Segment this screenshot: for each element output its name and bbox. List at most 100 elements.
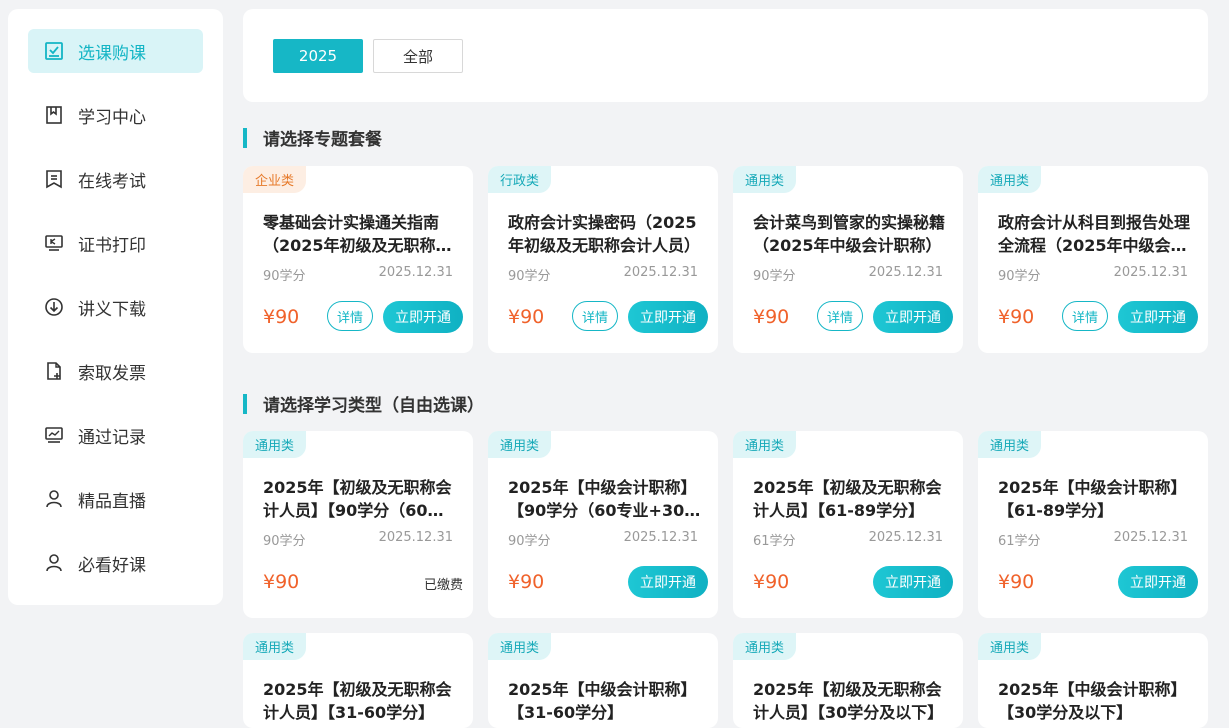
certificate-print-icon bbox=[44, 233, 64, 253]
sidebar-item-course-select[interactable]: 选课购课 bbox=[28, 29, 203, 73]
detail-button[interactable]: 详情 bbox=[817, 301, 863, 331]
open-now-button[interactable]: 立即开通 bbox=[383, 301, 463, 333]
sidebar-item-label: 选课购课 bbox=[78, 39, 146, 64]
course-price: ¥90 bbox=[508, 571, 544, 593]
detail-button[interactable]: 详情 bbox=[327, 301, 373, 331]
user-icon bbox=[44, 489, 64, 509]
course-title: 2025年【中级会计职称】【90学分（60专业+30公需）】 bbox=[508, 476, 703, 522]
course-expiry: 2025.12.31 bbox=[379, 265, 453, 280]
category-tag: 通用类 bbox=[733, 166, 796, 193]
course-price: ¥90 bbox=[508, 306, 544, 328]
sidebar-item-label: 通过记录 bbox=[78, 423, 146, 448]
sidebar-item-label: 证书打印 bbox=[78, 231, 146, 256]
course-title: 2025年【初级及无职称会计人员】【31-60学分】 bbox=[263, 678, 458, 724]
course-card[interactable]: 企业类 零基础会计实操通关指南（2025年初级及无职称会计人员） 90学分 20… bbox=[243, 166, 473, 353]
year-all-button[interactable]: 全部 bbox=[373, 39, 463, 73]
course-expiry: 2025.12.31 bbox=[624, 530, 698, 545]
course-card[interactable]: 通用类 2025年【中级会计职称】【31-60学分】 bbox=[488, 633, 718, 728]
course-price: ¥90 bbox=[263, 306, 299, 328]
invoice-icon bbox=[44, 361, 64, 381]
course-expiry: 2025.12.31 bbox=[379, 530, 453, 545]
course-card[interactable]: 通用类 2025年【初级及无职称会计人员】【61-89学分】 61学分 2025… bbox=[733, 431, 963, 618]
sidebar-item-label: 必看好课 bbox=[78, 551, 146, 576]
sidebar: 选课购课 学习中心 在线考试 证书打印 讲义下载 索取发票 通过记录 bbox=[8, 9, 223, 605]
course-card[interactable]: 通用类 2025年【中级会计职称】【90学分（60专业+30公需）】 90学分 … bbox=[488, 431, 718, 618]
sidebar-item-online-exam[interactable]: 在线考试 bbox=[28, 157, 203, 201]
paid-status: 已缴费 bbox=[424, 574, 463, 593]
course-credit: 90学分 bbox=[753, 265, 796, 284]
open-now-button[interactable]: 立即开通 bbox=[1118, 566, 1198, 598]
sidebar-item-study-center[interactable]: 学习中心 bbox=[28, 93, 203, 137]
course-credit: 90学分 bbox=[263, 530, 306, 549]
exam-icon bbox=[44, 169, 64, 189]
course-card[interactable]: 通用类 政府会计从科目到报告处理全流程（2025年中级会计职称） 90学分 20… bbox=[978, 166, 1208, 353]
chart-record-icon bbox=[44, 425, 64, 445]
category-tag: 行政类 bbox=[488, 166, 551, 193]
detail-button[interactable]: 详情 bbox=[1062, 301, 1108, 331]
year-2025-button[interactable]: 2025 bbox=[273, 39, 363, 73]
sidebar-item-pass-record[interactable]: 通过记录 bbox=[28, 413, 203, 457]
section-accent-bar bbox=[243, 128, 247, 148]
section-title-text: 请选择专题套餐 bbox=[263, 125, 382, 150]
sidebar-item-must-watch[interactable]: 必看好课 bbox=[28, 541, 203, 585]
section-title-text: 请选择学习类型（自由选课） bbox=[263, 391, 484, 416]
year-filter-bar: 2025 全部 bbox=[243, 9, 1208, 102]
category-tag: 企业类 bbox=[243, 166, 306, 193]
user-icon bbox=[44, 553, 64, 573]
course-title: 2025年【初级及无职称会计人员】【61-89学分】 bbox=[753, 476, 948, 522]
course-title: 零基础会计实操通关指南（2025年初级及无职称会计人员） bbox=[263, 211, 458, 257]
course-title: 2025年【中级会计职称】【30学分及以下】 bbox=[998, 678, 1193, 724]
detail-button[interactable]: 详情 bbox=[572, 301, 618, 331]
open-now-button[interactable]: 立即开通 bbox=[873, 566, 953, 598]
section-accent-bar bbox=[243, 394, 247, 414]
course-title: 会计菜鸟到管家的实操秘籍（2025年中级会计职称） bbox=[753, 211, 948, 257]
open-now-button[interactable]: 立即开通 bbox=[873, 301, 953, 333]
course-price: ¥90 bbox=[263, 571, 299, 593]
category-tag: 通用类 bbox=[243, 431, 306, 458]
sidebar-item-handout-download[interactable]: 讲义下载 bbox=[28, 285, 203, 329]
course-expiry: 2025.12.31 bbox=[1114, 265, 1188, 280]
course-card[interactable]: 通用类 2025年【初级及无职称会计人员】【30学分及以下】 bbox=[733, 633, 963, 728]
course-expiry: 2025.12.31 bbox=[869, 530, 943, 545]
course-title: 2025年【中级会计职称】【61-89学分】 bbox=[998, 476, 1193, 522]
course-credit: 90学分 bbox=[508, 530, 551, 549]
course-card[interactable]: 行政类 政府会计实操密码（2025年初级及无职称会计人员） 90学分 2025.… bbox=[488, 166, 718, 353]
course-card[interactable]: 通用类 2025年【初级及无职称会计人员】【90学分（60专业+30公需）】 9… bbox=[243, 431, 473, 618]
course-card[interactable]: 通用类 2025年【初级及无职称会计人员】【31-60学分】 bbox=[243, 633, 473, 728]
sidebar-item-invoice[interactable]: 索取发票 bbox=[28, 349, 203, 393]
sidebar-item-label: 在线考试 bbox=[78, 167, 146, 192]
sidebar-item-label: 学习中心 bbox=[78, 103, 146, 128]
sidebar-item-live[interactable]: 精品直播 bbox=[28, 477, 203, 521]
category-tag: 通用类 bbox=[243, 633, 306, 660]
course-select-icon bbox=[44, 41, 64, 61]
course-price: ¥90 bbox=[753, 571, 789, 593]
course-credit: 90学分 bbox=[508, 265, 551, 284]
course-card[interactable]: 通用类 2025年【中级会计职称】【61-89学分】 61学分 2025.12.… bbox=[978, 431, 1208, 618]
open-now-button[interactable]: 立即开通 bbox=[628, 566, 708, 598]
sidebar-item-certificate-print[interactable]: 证书打印 bbox=[28, 221, 203, 265]
course-card[interactable]: 通用类 2025年【中级会计职称】【30学分及以下】 bbox=[978, 633, 1208, 728]
course-expiry: 2025.12.31 bbox=[624, 265, 698, 280]
course-credit: 61学分 bbox=[998, 530, 1041, 549]
open-now-button[interactable]: 立即开通 bbox=[628, 301, 708, 333]
download-icon bbox=[44, 297, 64, 317]
course-price: ¥90 bbox=[998, 571, 1034, 593]
category-tag: 通用类 bbox=[733, 431, 796, 458]
bookmark-icon bbox=[44, 105, 64, 125]
course-expiry: 2025.12.31 bbox=[1114, 530, 1188, 545]
course-price: ¥90 bbox=[753, 306, 789, 328]
category-tag: 通用类 bbox=[488, 431, 551, 458]
course-credit: 61学分 bbox=[753, 530, 796, 549]
category-tag: 通用类 bbox=[733, 633, 796, 660]
course-price: ¥90 bbox=[998, 306, 1034, 328]
sidebar-item-label: 讲义下载 bbox=[78, 295, 146, 320]
course-title: 政府会计从科目到报告处理全流程（2025年中级会计职称） bbox=[998, 211, 1193, 257]
course-credit: 90学分 bbox=[998, 265, 1041, 284]
course-card[interactable]: 通用类 会计菜鸟到管家的实操秘籍（2025年中级会计职称） 90学分 2025.… bbox=[733, 166, 963, 353]
sidebar-item-label: 精品直播 bbox=[78, 487, 146, 512]
category-tag: 通用类 bbox=[978, 431, 1041, 458]
category-tag: 通用类 bbox=[488, 633, 551, 660]
section-title-types: 请选择学习类型（自由选课） bbox=[243, 391, 484, 416]
course-title: 政府会计实操密码（2025年初级及无职称会计人员） bbox=[508, 211, 703, 257]
open-now-button[interactable]: 立即开通 bbox=[1118, 301, 1198, 333]
